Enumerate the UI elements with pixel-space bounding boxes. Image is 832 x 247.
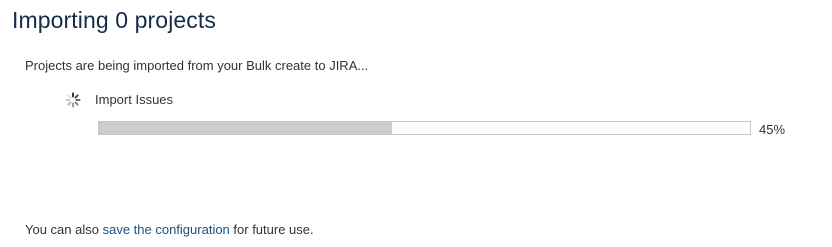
save-configuration-link[interactable]: save the configuration <box>103 222 230 237</box>
progress-percent: 45% <box>759 122 786 137</box>
loading-spinner-icon <box>65 92 81 108</box>
progress-fill <box>99 122 392 134</box>
footer-prefix: You can also <box>25 222 103 237</box>
page-title: Importing 0 projects <box>12 7 216 33</box>
task-label: Import Issues <box>95 92 174 107</box>
footer-note: You can also save the configuration for … <box>25 221 314 239</box>
import-status-message: Projects are being imported from your Bu… <box>25 58 369 73</box>
footer-suffix: for future use. <box>229 222 314 237</box>
import-task-row: Import Issues <box>65 90 173 110</box>
import-progress-bar <box>98 121 751 135</box>
